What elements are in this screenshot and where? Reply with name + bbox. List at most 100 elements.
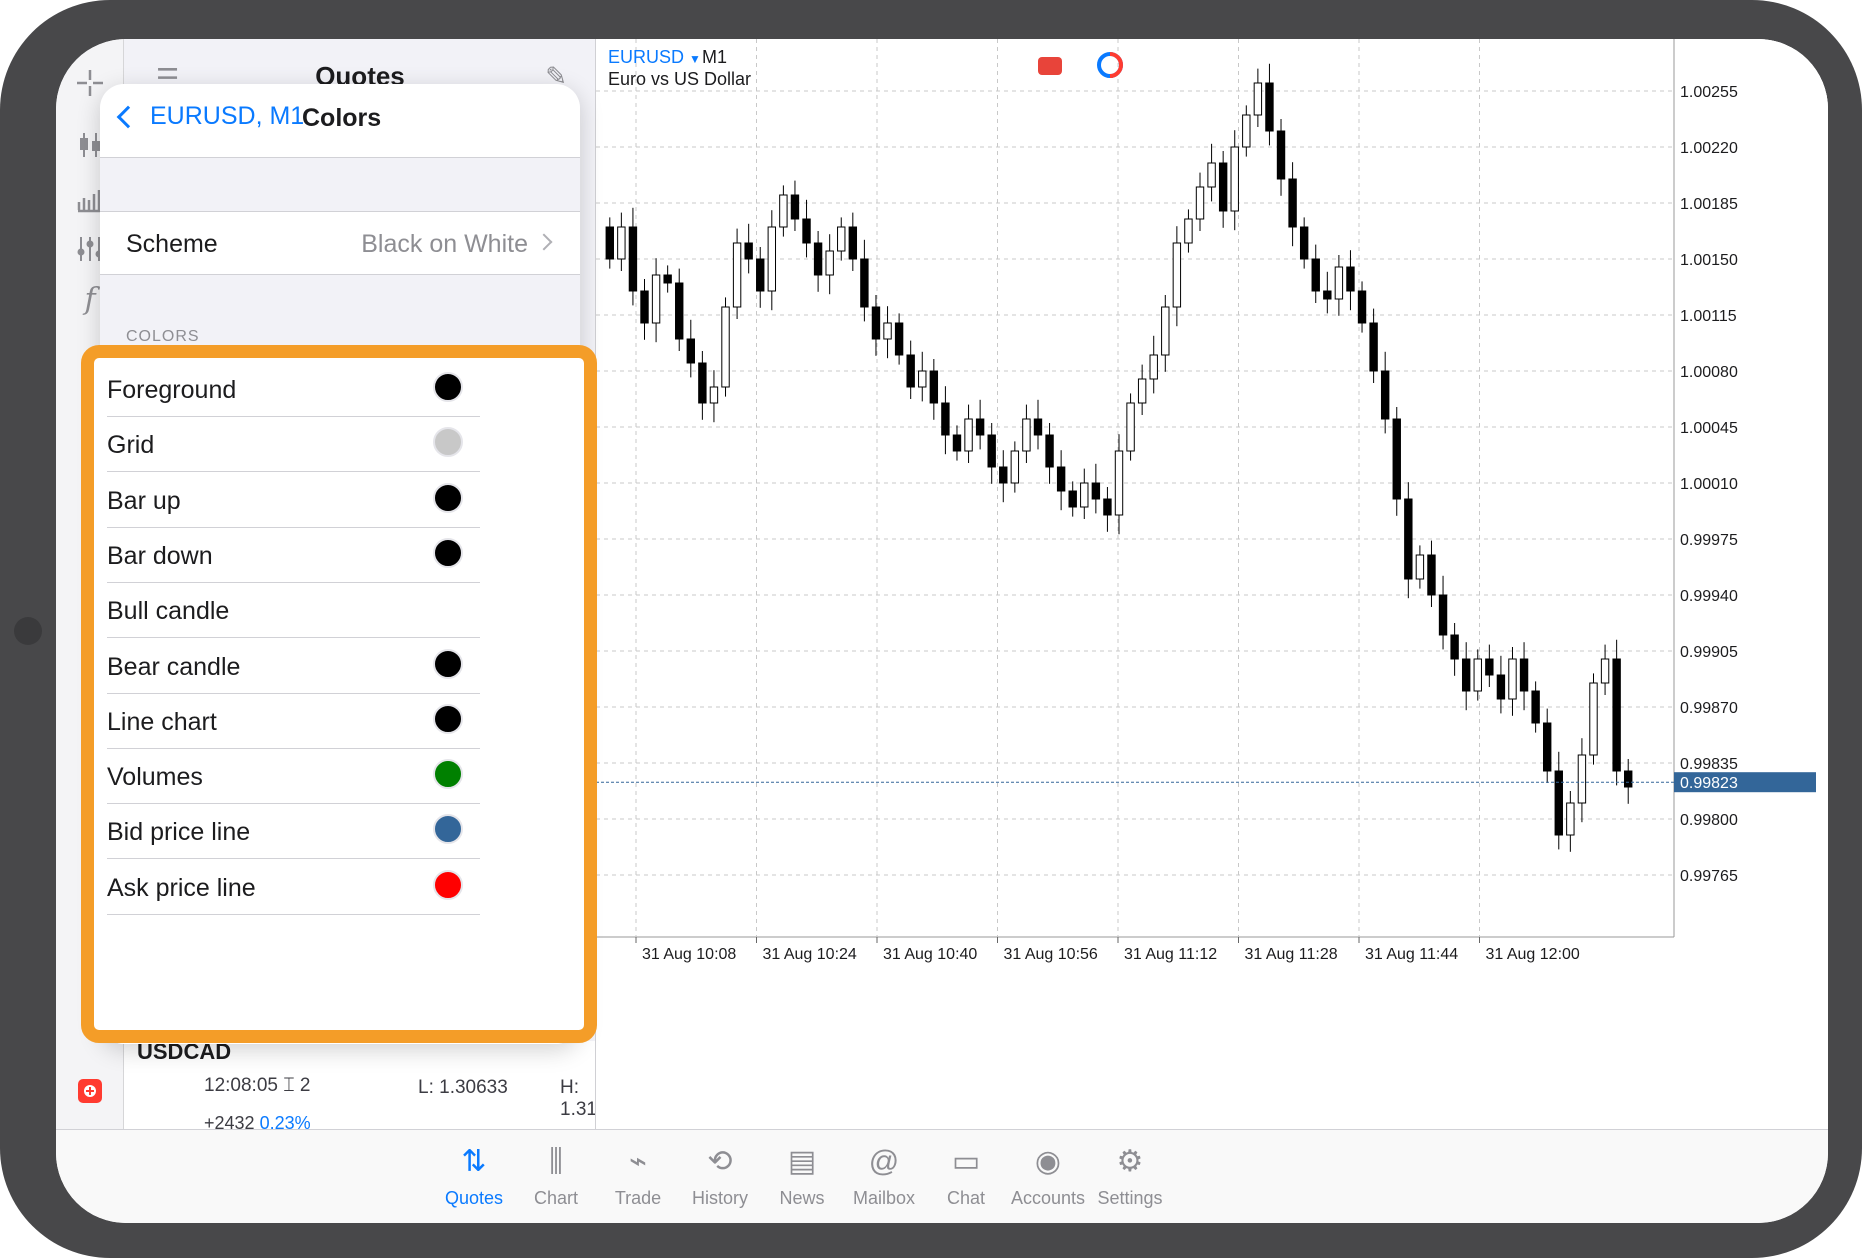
color-row-grid[interactable]: Grid	[107, 417, 587, 473]
color-swatch[interactable]	[433, 703, 463, 734]
tab-label: News	[779, 1188, 825, 1208]
news-icon: ▤	[787, 1145, 817, 1178]
history-icon: ⟲	[707, 1145, 733, 1178]
tab-chat[interactable]: ▭ Chat	[926, 1142, 1006, 1209]
bear-candle	[1542, 722, 1552, 772]
color-swatch[interactable]	[433, 372, 463, 402]
bear-candle	[675, 282, 684, 340]
color-swatch[interactable]	[433, 427, 463, 458]
bottom-tab-bar: ⇅ Quotes ⫼ Chart ⌁ Trade ⟲ History ▤ News @ Mailbox…	[56, 1129, 1828, 1223]
time-label: 31 Aug 12:00	[1486, 946, 1580, 963]
color-row-bar-down[interactable]: Bar down	[107, 528, 587, 583]
bull-candle	[1600, 658, 1610, 684]
bear-candle	[871, 306, 881, 340]
bear-candle	[1461, 658, 1471, 692]
chevron-left-icon	[116, 105, 140, 128]
price-label: 0.99765	[1680, 868, 1738, 885]
color-row-bid-price-line[interactable]: Bid price line	[107, 804, 587, 860]
bull-candle	[1577, 754, 1587, 804]
popover-header: EURUSD, M1 Colors	[100, 84, 580, 158]
bull-candle	[1184, 218, 1193, 244]
chart-symbol-text: EURUSD	[608, 47, 685, 67]
color-row-label: Bar down	[107, 541, 213, 570]
bull-candle	[1415, 554, 1425, 580]
color-swatch[interactable]	[433, 537, 463, 568]
color-row-bar-up[interactable]: Bar up	[107, 473, 587, 528]
depth-of-market-icon-half	[1109, 52, 1123, 78]
bear-candle	[756, 258, 765, 292]
bear-candle	[698, 362, 707, 404]
color-row-bear-candle[interactable]: Bear candle	[107, 639, 587, 694]
bear-candle	[1068, 490, 1077, 508]
bull-candle	[1242, 114, 1251, 148]
price-label: 1.00255	[1680, 84, 1738, 101]
bear-candle	[1392, 418, 1401, 500]
bull-candle	[918, 370, 927, 388]
bull-candle	[1137, 378, 1147, 404]
bear-candle	[1519, 658, 1529, 692]
tab-label: Mailbox	[852, 1188, 916, 1208]
color-row-volumes[interactable]: Volumes	[107, 749, 587, 805]
bear-candle	[1380, 370, 1390, 420]
bull-candle	[825, 250, 834, 276]
time-label: 31 Aug 11:12	[1124, 946, 1217, 963]
bear-candle	[1265, 82, 1274, 132]
bull-candle	[721, 306, 730, 388]
tab-chart[interactable]: ⫼ Chart	[516, 1142, 596, 1209]
bull-candle	[1126, 402, 1135, 452]
scheme-row[interactable]: Scheme Black on White	[100, 211, 580, 275]
price-label: 1.00115	[1680, 308, 1737, 325]
time-label: 31 Aug 11:28	[1245, 946, 1338, 963]
color-swatch[interactable]	[433, 648, 463, 679]
tab-news[interactable]: ▤ News	[762, 1142, 842, 1209]
tab-settings[interactable]: ⚙ Settings	[1090, 1142, 1170, 1209]
tab-mailbox[interactable]: @ Mailbox	[844, 1142, 924, 1209]
chart-area[interactable]: 1.00255 1.00220 1.00185 1.00150 1.00115 1.000…	[596, 39, 1828, 1129]
tab-trade[interactable]: ⌁ Trade	[598, 1142, 678, 1209]
tab-accounts[interactable]: ◉ Accounts	[1008, 1142, 1088, 1209]
bear-candle	[1276, 130, 1286, 180]
bear-candle	[1404, 498, 1413, 580]
color-row-ask-price-line[interactable]: Ask price line	[107, 860, 587, 915]
price-label: 1.00010	[1680, 476, 1738, 493]
color-swatch[interactable]	[433, 482, 463, 513]
camera-dot	[14, 617, 42, 645]
price-chart[interactable]: 1.00255 1.00220 1.00185 1.00150 1.00115 1.000…	[596, 39, 1828, 1129]
tab-quotes[interactable]: ⇅ Quotes	[434, 1142, 514, 1209]
price-label: 1.00185	[1680, 196, 1738, 213]
bear-candle	[975, 418, 985, 436]
bear-candle	[1531, 690, 1540, 724]
color-swatch[interactable]	[433, 759, 463, 790]
color-swatch[interactable]	[433, 593, 463, 624]
price-label: 1.00220	[1680, 140, 1738, 157]
trade-icon: ⌁	[628, 1145, 648, 1178]
bear-candle	[1612, 658, 1621, 772]
bear-candle	[1323, 290, 1332, 300]
bear-candle	[1103, 498, 1112, 516]
chevron-down-icon: ▼	[689, 52, 701, 66]
tab-history[interactable]: ⟲ History	[680, 1142, 760, 1209]
bull-candle	[779, 194, 788, 228]
quotes-icon: ⇅	[461, 1145, 487, 1178]
color-row-bull-candle[interactable]: Bull candle	[107, 583, 587, 639]
bull-candle	[837, 226, 846, 252]
color-row-label: Grid	[107, 431, 155, 460]
scheme-value: Black on White	[361, 230, 528, 258]
color-swatch[interactable]	[433, 869, 463, 900]
bull-candle	[1080, 482, 1089, 508]
one-click-trade-icon[interactable]	[66, 1067, 114, 1115]
quote-time: 12:08:05 ⌶ 2	[204, 1075, 311, 1096]
color-row-foreground[interactable]: Foreground	[107, 362, 587, 417]
back-button[interactable]: EURUSD, M1	[114, 102, 304, 131]
chart-symbol[interactable]: EURUSD ▼	[608, 47, 701, 68]
quote-high: H: 1.31097	[560, 1077, 596, 1120]
current-price-label: 0.99823	[1680, 775, 1738, 792]
bull-candle	[1172, 242, 1182, 308]
color-swatch[interactable]	[433, 814, 463, 845]
color-row-line-chart[interactable]: Line chart	[107, 694, 587, 749]
back-label: EURUSD, M1	[150, 102, 305, 130]
bear-candle	[999, 466, 1008, 484]
bull-candle	[732, 242, 742, 308]
bull-candle	[617, 226, 626, 260]
chart-description: Euro vs US Dollar	[608, 69, 752, 89]
